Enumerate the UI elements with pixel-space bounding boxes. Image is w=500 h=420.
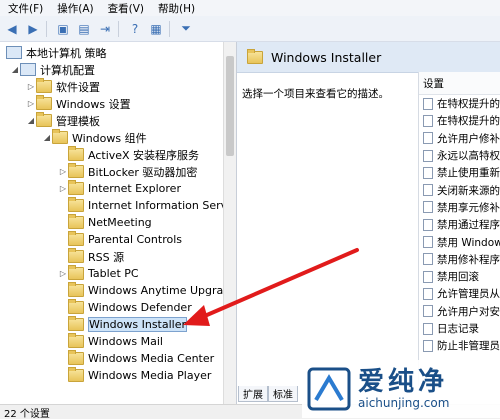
watermark-brand: 爱纯净 xyxy=(358,367,449,397)
watermark-logo-icon xyxy=(307,367,351,411)
annotation-arrow xyxy=(183,248,359,326)
watermark-url: aichunjing.com xyxy=(358,396,450,410)
watermark: 爱纯净 aichunjing.com xyxy=(302,360,500,418)
